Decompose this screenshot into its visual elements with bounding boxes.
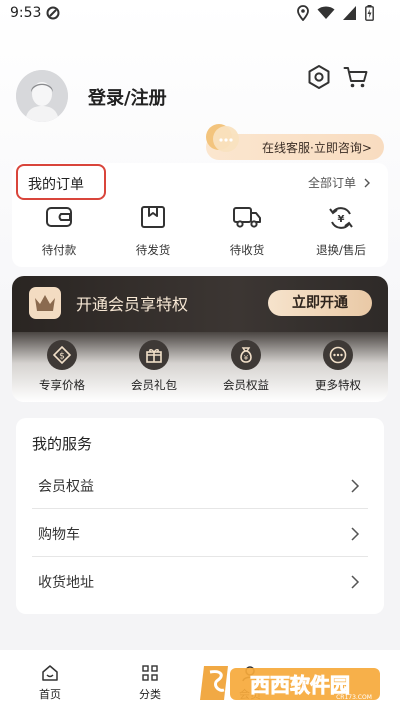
grid-icon xyxy=(142,665,158,681)
home-icon xyxy=(42,665,58,681)
vip-exclusive-price[interactable]: $ 专享价格 xyxy=(16,332,108,402)
price-tag-icon: $ xyxy=(47,340,77,370)
vip-benefits-row: $ 专享价格 会员礼包 ¥ 会员权益 更多特权 xyxy=(12,332,388,402)
watermark-logo: 西西软件园 CR173.COM xyxy=(200,666,380,701)
my-services-title: 我的服务 xyxy=(32,435,93,453)
service-row-cart[interactable]: 购物车 xyxy=(32,509,368,557)
gift-icon xyxy=(139,340,169,370)
cart-icon[interactable] xyxy=(343,64,369,90)
money-bag-icon: ¥ xyxy=(231,340,261,370)
chevron-right-icon xyxy=(351,527,360,541)
order-pending-shipment[interactable]: 待发货 xyxy=(106,200,200,266)
online-service-label: 在线客服·立即咨询> xyxy=(262,141,372,155)
vip-more-privileges[interactable]: 更多特权 xyxy=(292,332,384,402)
order-status-row: 待付款 待发货 待收货 ¥ 退换/售后 xyxy=(12,200,388,266)
order-pending-payment[interactable]: 待付款 xyxy=(12,200,106,266)
vip-banner: 开通会员享特权 立即开通 xyxy=(12,276,388,332)
vip-gift-pack-label: 会员礼包 xyxy=(131,378,177,392)
order-pending-payment-label: 待付款 xyxy=(41,243,77,257)
wifi-icon xyxy=(317,6,335,19)
chevron-right-icon xyxy=(364,178,370,188)
exchange-icon: ¥ xyxy=(329,207,353,229)
service-row-label: 购物车 xyxy=(38,527,80,543)
vip-open-button[interactable]: 立即开通 xyxy=(268,290,372,316)
vip-rights-label: 会员权益 xyxy=(223,378,269,392)
login-register-link[interactable]: 登录/注册 xyxy=(88,84,167,110)
crown-badge-icon xyxy=(29,287,61,319)
chevron-right-icon xyxy=(351,479,360,493)
user-avatar-icon xyxy=(16,70,68,122)
battery-icon xyxy=(365,5,374,21)
vip-exclusive-price-label: 专享价格 xyxy=(39,378,85,392)
status-bar: 9:53 xyxy=(0,0,400,28)
service-row-member-rights[interactable]: 会员权益 xyxy=(32,461,368,509)
vip-title: 开通会员享特权 xyxy=(76,295,189,314)
svg-text:西西软件园: 西西软件园 xyxy=(250,673,350,697)
all-orders-label: 全部订单 xyxy=(308,176,357,190)
avatar[interactable] xyxy=(16,70,68,122)
service-row-address[interactable]: 收货地址 xyxy=(32,557,368,605)
order-after-sales-label: 退换/售后 xyxy=(316,243,366,257)
order-pending-receipt[interactable]: 待收货 xyxy=(200,200,294,266)
vip-rights[interactable]: ¥ 会员权益 xyxy=(200,332,292,402)
nav-category[interactable]: 分类 xyxy=(100,650,200,711)
svg-text:CR173.COM: CR173.COM xyxy=(336,694,372,701)
sync-icon xyxy=(46,6,60,20)
nav-home[interactable]: 首页 xyxy=(0,650,100,711)
vip-more-privileges-label: 更多特权 xyxy=(315,378,361,392)
order-pending-shipment-label: 待发货 xyxy=(135,243,171,257)
chevron-right-icon xyxy=(351,575,360,589)
all-orders-link[interactable]: 全部订单 xyxy=(308,174,372,191)
service-row-label: 会员权益 xyxy=(38,479,94,495)
order-after-sales[interactable]: ¥ 退换/售后 xyxy=(294,200,388,266)
nav-category-label: 分类 xyxy=(139,688,161,701)
svg-text:$: $ xyxy=(59,352,65,362)
truck-icon xyxy=(233,207,261,228)
svg-text:¥: ¥ xyxy=(338,214,345,225)
signal-icon xyxy=(343,6,356,20)
svg-text:¥: ¥ xyxy=(244,354,249,362)
vip-gift-pack[interactable]: 会员礼包 xyxy=(108,332,200,402)
settings-icon[interactable] xyxy=(306,64,332,90)
wallet-icon xyxy=(46,207,72,227)
orders-title-highlight xyxy=(16,164,106,200)
nav-home-label: 首页 xyxy=(39,688,61,701)
vip-card: 开通会员享特权 立即开通 $ 专享价格 会员礼包 ¥ 会员权益 更多特权 xyxy=(12,276,388,402)
status-time: 9:53 xyxy=(10,5,42,21)
chat-bubble-icon xyxy=(206,124,239,152)
location-icon xyxy=(297,5,309,21)
order-pending-receipt-label: 待收货 xyxy=(229,243,265,257)
service-row-label: 收货地址 xyxy=(38,575,94,591)
more-icon xyxy=(323,340,353,370)
box-icon xyxy=(141,206,165,228)
